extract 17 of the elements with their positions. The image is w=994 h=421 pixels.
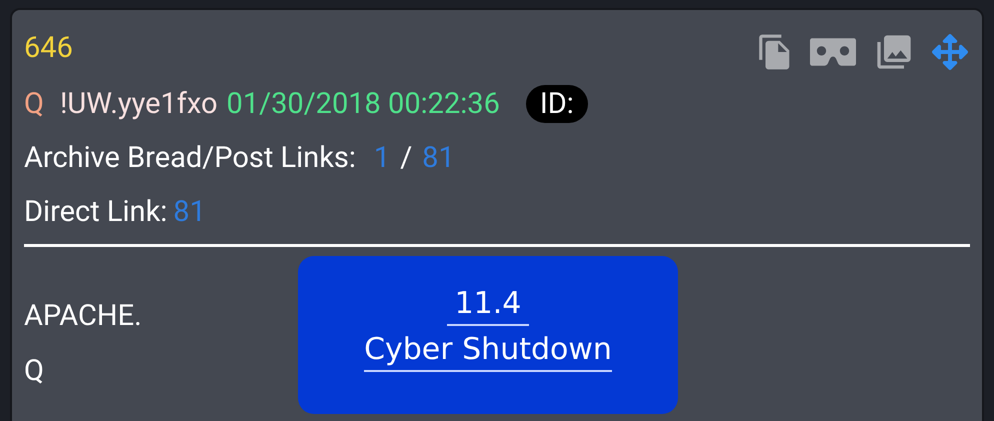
author-name: Q xyxy=(24,86,44,122)
post-text-line: APACHE. xyxy=(24,298,143,334)
direct-link[interactable]: 81 xyxy=(173,194,206,230)
move-icon[interactable] xyxy=(932,34,968,70)
archive-label: Archive Bread/Post Links: xyxy=(24,140,356,176)
image-caption: Cyber Shutdown xyxy=(364,330,612,372)
direct-link-label: Direct Link: xyxy=(24,194,168,230)
post-image[interactable]: 11.4 Cyber Shutdown xyxy=(298,256,678,414)
image-caption: 11.4 xyxy=(446,284,530,326)
post-number: 646 xyxy=(24,31,73,65)
bread-link[interactable]: 1 xyxy=(374,140,390,176)
post-text-line: Q xyxy=(24,353,45,389)
post-link[interactable]: 81 xyxy=(422,140,455,176)
id-badge: ID: xyxy=(526,85,588,123)
link-separator: / xyxy=(400,140,412,176)
tripcode: !UW.yye1fxo xyxy=(60,86,218,122)
timestamp: 01/30/2018 00:22:36 xyxy=(226,86,500,122)
